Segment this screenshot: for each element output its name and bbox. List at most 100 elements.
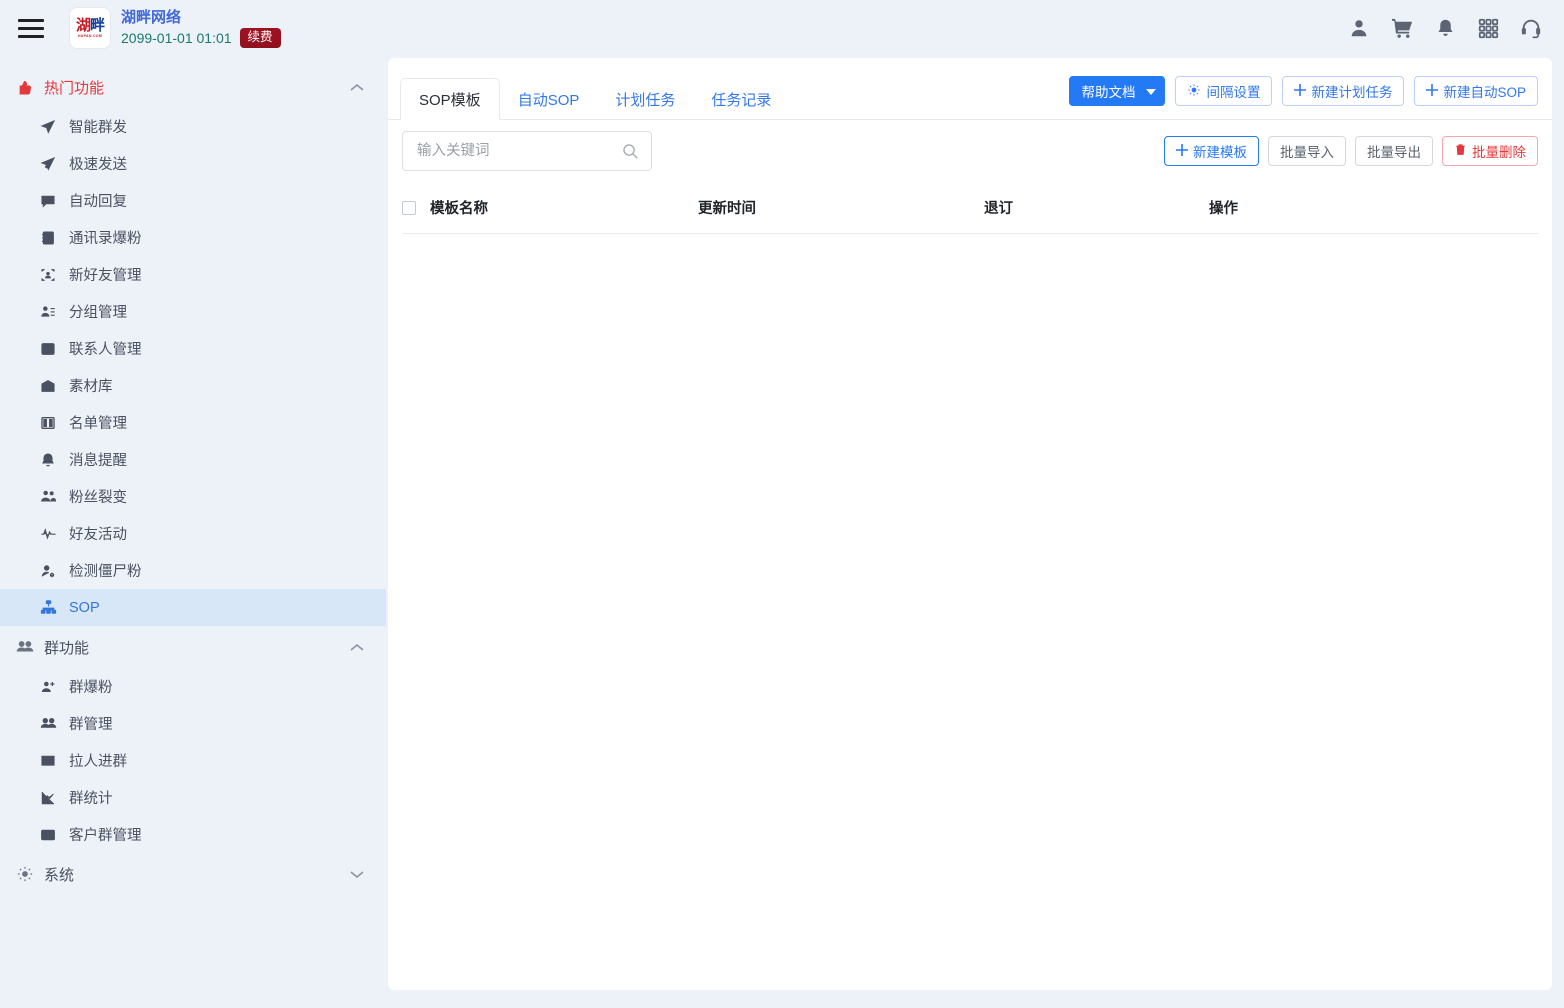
sidebar-item-sop[interactable]: SOP xyxy=(0,589,386,626)
logo-url-text: HUPAN.COM xyxy=(78,34,102,38)
tab-action-group: 帮助文档 间隔设置 新建计划任务 新 xyxy=(1069,76,1538,106)
hamburger-icon[interactable] xyxy=(14,11,48,45)
table-body-empty xyxy=(402,234,1538,534)
sidebar-item-invite-to-group[interactable]: 拉人进群 xyxy=(0,742,386,779)
sidebar-item-label: 好友活动 xyxy=(69,523,127,544)
gear-icon xyxy=(16,865,38,883)
sidebar-item-group-fan-boost[interactable]: 群爆粉 xyxy=(0,668,386,705)
column-header-update-time[interactable]: 更新时间 xyxy=(698,197,984,218)
interval-settings-button[interactable]: 间隔设置 xyxy=(1175,76,1272,106)
sidebar-item-material-library[interactable]: 素材库 xyxy=(0,367,386,404)
sidebar-item-label: SOP xyxy=(69,600,100,616)
batch-delete-button[interactable]: 批量删除 xyxy=(1442,136,1538,166)
sidebar-group-label: 群功能 xyxy=(44,637,89,658)
sidebar-item-fan-fission[interactable]: 粉丝裂变 xyxy=(0,478,386,515)
sidebar-item-group-manage[interactable]: 分组管理 xyxy=(0,293,386,330)
user-check-icon xyxy=(40,562,62,580)
gear-icon xyxy=(1187,83,1201,100)
sidebar-item-label: 检测僵尸粉 xyxy=(69,560,142,581)
sidebar-item-label: 群统计 xyxy=(69,787,113,808)
column-header-template-name[interactable]: 模板名称 xyxy=(430,197,698,218)
toolbar: 新建模板 批量导入 批量导出 批量删除 xyxy=(388,120,1552,182)
sidebar-item-new-friend-manage[interactable]: 新好友管理 xyxy=(0,256,386,293)
users-group-icon xyxy=(40,715,62,733)
plus-icon xyxy=(1176,144,1188,159)
sidebar-item-label: 新好友管理 xyxy=(69,264,142,285)
fast-send-icon xyxy=(40,155,62,173)
sidebar-item-label: 通讯录爆粉 xyxy=(69,227,142,248)
brand[interactable]: 湖畔 HUPAN.COM 湖畔网络 2099-01-01 01:01 续费 xyxy=(70,8,281,48)
sidebar-group-system[interactable]: 系统 xyxy=(0,853,386,895)
new-plan-task-button[interactable]: 新建计划任务 xyxy=(1282,76,1404,106)
batch-export-label: 批量导出 xyxy=(1367,141,1421,161)
trash-icon xyxy=(1454,143,1467,159)
new-auto-sop-button[interactable]: 新建自动SOP xyxy=(1414,76,1538,106)
renew-button[interactable]: 续费 xyxy=(240,28,281,48)
sidebar-group-community[interactable]: 群功能 xyxy=(0,626,386,668)
sidebar-item-smart-mass-send[interactable]: 智能群发 xyxy=(0,108,386,145)
new-template-label: 新建模板 xyxy=(1193,141,1247,161)
invite-screen-icon xyxy=(40,752,62,770)
chevron-down-icon xyxy=(350,866,364,883)
sidebar-item-label: 群管理 xyxy=(69,713,113,734)
chevron-down-icon xyxy=(1146,84,1156,99)
headset-icon[interactable] xyxy=(1518,15,1544,41)
user-plus-icon xyxy=(40,678,62,696)
sidebar-item-contact-boost[interactable]: 通讯录爆粉 xyxy=(0,219,386,256)
table-header-row: 模板名称 更新时间 退订 操作 xyxy=(402,182,1538,234)
chart-line-icon xyxy=(40,789,62,807)
tab-task-record[interactable]: 任务记录 xyxy=(693,79,789,119)
sidebar-item-friend-activity[interactable]: 好友活动 xyxy=(0,515,386,552)
user-icon[interactable] xyxy=(1346,15,1372,41)
sidebar-item-fast-send[interactable]: 极速发送 xyxy=(0,145,386,182)
sidebar-item-label: 分组管理 xyxy=(69,301,127,322)
sitemap-icon xyxy=(40,599,62,617)
tab-list: SOP模板 自动SOP 计划任务 任务记录 xyxy=(400,58,789,119)
users-icon xyxy=(40,488,62,506)
apps-grid-icon[interactable] xyxy=(1475,15,1501,41)
sidebar-item-group-manage-2[interactable]: 群管理 xyxy=(0,705,386,742)
bell-icon[interactable] xyxy=(1432,15,1458,41)
sidebar-item-label: 名单管理 xyxy=(69,412,127,433)
app-logo: 湖畔 HUPAN.COM xyxy=(70,8,110,48)
logo-text-main-accent: 湖 xyxy=(76,16,90,34)
interval-settings-label: 间隔设置 xyxy=(1206,81,1260,101)
new-template-button[interactable]: 新建模板 xyxy=(1164,136,1259,166)
tab-sop-template[interactable]: SOP模板 xyxy=(400,78,500,120)
sidebar-item-label: 粉丝裂变 xyxy=(69,486,127,507)
sidebar-item-message-alert[interactable]: 消息提醒 xyxy=(0,441,386,478)
search-input[interactable] xyxy=(415,142,622,160)
help-doc-button[interactable]: 帮助文档 xyxy=(1069,76,1165,106)
tab-plan-task[interactable]: 计划任务 xyxy=(597,79,693,119)
sidebar-item-detect-zombie-fans[interactable]: 检测僵尸粉 xyxy=(0,552,386,589)
archive-icon xyxy=(40,377,62,395)
new-plan-task-label: 新建计划任务 xyxy=(1311,81,1392,101)
sidebar-item-auto-reply[interactable]: 自动回复 xyxy=(0,182,386,219)
sidebar: 热门功能 智能群发 极速发送 自动回复 通讯录爆粉 新好友管理 xyxy=(0,56,386,1008)
tab-auto-sop[interactable]: 自动SOP xyxy=(500,79,598,119)
sidebar-item-contact-manage[interactable]: 联系人管理 xyxy=(0,330,386,367)
sidebar-group-hot[interactable]: 热门功能 xyxy=(0,66,386,108)
new-friend-icon xyxy=(40,266,62,284)
cart-icon[interactable] xyxy=(1389,15,1415,41)
search-icon[interactable] xyxy=(622,143,639,160)
sidebar-item-group-stats[interactable]: 群统计 xyxy=(0,779,386,816)
sidebar-group-label: 系统 xyxy=(44,864,74,885)
send-plane-icon xyxy=(40,118,62,136)
column-header-actions: 操作 xyxy=(1209,197,1538,218)
chevron-up-icon xyxy=(350,639,364,656)
sidebar-item-label: 自动回复 xyxy=(69,190,127,211)
sidebar-item-label: 联系人管理 xyxy=(69,338,142,359)
hamburger-bar xyxy=(18,19,44,22)
sidebar-item-list-manage[interactable]: 名单管理 xyxy=(0,404,386,441)
plus-icon xyxy=(1426,84,1438,99)
sidebar-item-label: 拉人进群 xyxy=(69,750,127,771)
search-box[interactable] xyxy=(402,131,652,171)
sidebar-item-customer-group-manage[interactable]: 客户群管理 xyxy=(0,816,386,853)
select-all-checkbox[interactable] xyxy=(402,201,416,215)
batch-export-button[interactable]: 批量导出 xyxy=(1355,136,1433,166)
select-all-cell xyxy=(402,201,430,215)
batch-import-button[interactable]: 批量导入 xyxy=(1268,136,1346,166)
sidebar-item-label: 极速发送 xyxy=(69,153,127,174)
column-header-unsubscribe[interactable]: 退订 xyxy=(984,197,1209,218)
